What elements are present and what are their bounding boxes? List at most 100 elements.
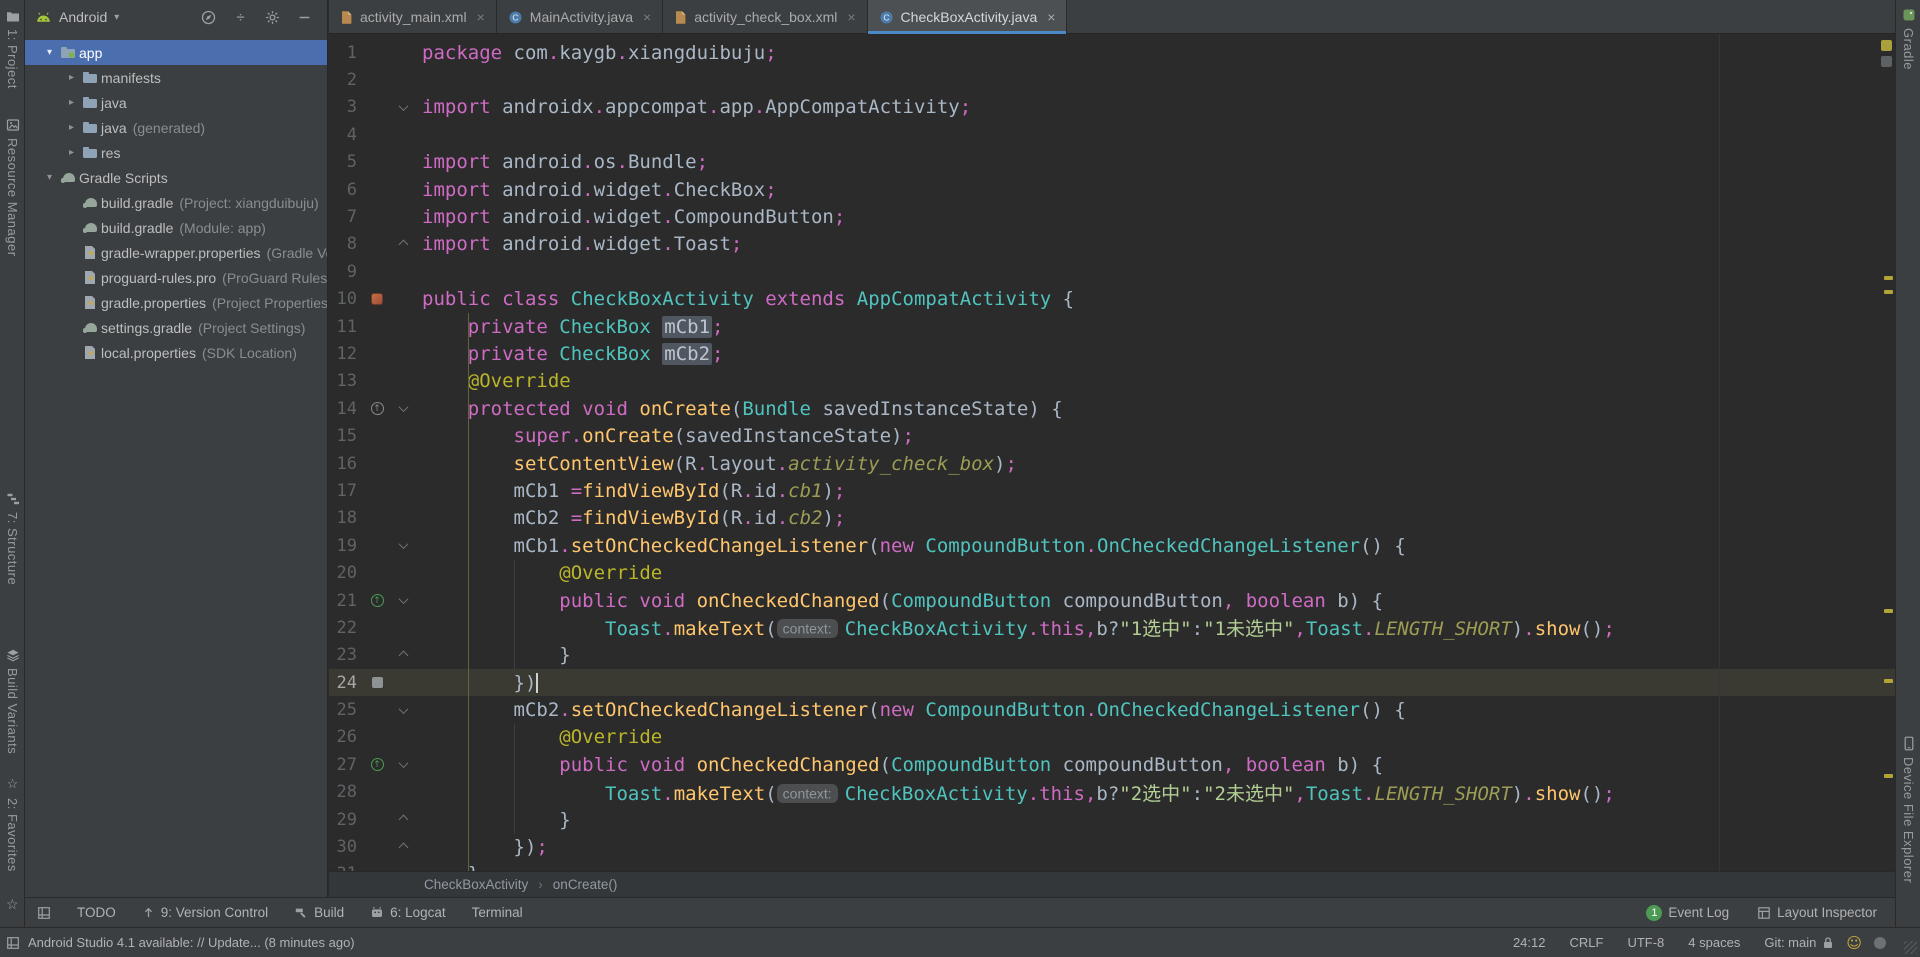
tree-item-build-gradle-project-xiangduibuju[interactable]: build.gradle (Project: xiangduibuju) [25, 190, 327, 215]
tree-item-java-generated[interactable]: ▸ java (generated) [25, 115, 327, 140]
line-number[interactable]: 22 [329, 618, 363, 638]
line-number[interactable]: 14 [329, 399, 363, 419]
code-line-27[interactable]: 27 ↑ public void onCheckedChanged(Compoun… [329, 751, 1895, 778]
fold-toggle-icon[interactable] [391, 650, 415, 661]
tree-item-gradle-wrapper-properties-gradle-version[interactable]: gradle-wrapper.properties (Gradle Version… [25, 240, 327, 265]
project-view-selector[interactable]: Android ▾ [35, 9, 119, 25]
code-line-18[interactable]: 18 mCb2 =findViewById(R.id.cb2); [329, 505, 1895, 532]
expand-arrow-icon[interactable]: ▸ [63, 122, 80, 133]
collapse-arrow-icon[interactable]: ▾ [41, 172, 58, 183]
line-number[interactable]: 18 [329, 508, 363, 528]
line-number[interactable]: 20 [329, 563, 363, 583]
code-line-8[interactable]: 8 import android.widget.Toast; [329, 231, 1895, 258]
tab-mainactivity-java[interactable]: C MainActivity.java × [497, 0, 664, 34]
line-number[interactable]: 1 [329, 43, 363, 63]
inspections-indicator-icon[interactable] [1881, 40, 1892, 51]
code-line-4[interactable]: 4 [329, 121, 1895, 148]
status-file-encoding[interactable]: UTF-8 [1627, 935, 1664, 950]
code-line-21[interactable]: 21 ↑ public void onCheckedChanged(Compoun… [329, 587, 1895, 614]
toolbar-button-layout-inspector[interactable]: Layout Inspector [1757, 905, 1877, 920]
code-editor[interactable]: 1 package com.kaygb.xiangduibuju; 2 3 import… [329, 34, 1895, 871]
warning-stripe-mark[interactable] [1884, 276, 1893, 280]
line-number[interactable]: 2 [329, 70, 363, 90]
inspections-indicator-secondary-icon[interactable] [1881, 56, 1892, 67]
tree-item-settings-gradle-project-settings[interactable]: settings.gradle (Project Settings) [25, 315, 327, 340]
tree-item-gradle-scripts[interactable]: ▾ Gradle Scripts [25, 165, 327, 190]
code-line-16[interactable]: 16 setContentView(R.layout.activity_chec… [329, 450, 1895, 477]
code-line-30[interactable]: 30 }); [329, 833, 1895, 860]
expand-arrow-icon[interactable]: ▸ [63, 147, 80, 158]
status-message[interactable]: Android Studio 4.1 available: // Update.… [28, 935, 355, 950]
fold-toggle-icon[interactable] [391, 594, 415, 605]
tree-item-res[interactable]: ▸ res [25, 140, 327, 165]
status-git-branch[interactable]: Git: main [1764, 935, 1816, 950]
warning-stripe-mark[interactable] [1884, 609, 1893, 613]
expand-arrow-icon[interactable]: ▸ [63, 72, 80, 83]
toolwindow-button-gradle[interactable]: Gradle [1896, 8, 1920, 70]
line-number[interactable]: 4 [329, 125, 363, 145]
status-circle-icon[interactable] [1874, 936, 1886, 949]
view-options-icon[interactable]: ÷ [232, 9, 249, 26]
code-line-29[interactable]: 29 } [329, 806, 1895, 833]
line-number[interactable]: 28 [329, 782, 363, 802]
line-number[interactable]: 25 [329, 700, 363, 720]
tree-item-proguard-rules-pro-proguard-rules-for-app[interactable]: proguard-rules.pro (ProGuard Rules for ap… [25, 265, 327, 290]
code-line-14[interactable]: 14 ↑ protected void onCreate(Bundle saved… [329, 395, 1895, 422]
fold-toggle-icon[interactable] [391, 842, 415, 852]
line-number[interactable]: 6 [329, 180, 363, 200]
code-line-19[interactable]: 19 mCb1.setOnCheckedChangeListener(new C… [329, 532, 1895, 559]
code-line-15[interactable]: 15 super.onCreate(savedInstanceState); [329, 422, 1895, 449]
code-line-31[interactable]: 31 } [329, 861, 1895, 871]
breadcrumb-checkboxactivity[interactable]: CheckBoxActivity [424, 877, 528, 892]
implements-marker-icon[interactable]: ↑ [370, 594, 384, 607]
status-line-separator[interactable]: CRLF [1570, 935, 1604, 950]
line-number[interactable]: 13 [329, 371, 363, 391]
fold-toggle-icon[interactable] [391, 539, 415, 550]
status-indent-style[interactable]: 4 spaces [1688, 935, 1740, 950]
line-number[interactable]: 8 [329, 234, 363, 254]
statusbar-toolwindow-toggle-icon[interactable] [6, 936, 20, 950]
line-number[interactable]: 21 [329, 591, 363, 611]
tree-item-gradle-properties-project-properties[interactable]: gradle.properties (Project Properties) [25, 290, 327, 315]
toolbar-button-9-version-control[interactable]: 9: Version Control [142, 905, 268, 920]
code-line-2[interactable]: 2 [329, 66, 1895, 93]
toolwindow-button-device-file-explorer[interactable]: Device File Explorer [1896, 736, 1920, 883]
tab-activity-main-xml[interactable]: activity_main.xml × [329, 0, 497, 34]
implements-marker-icon[interactable]: ↑ [370, 758, 384, 772]
toolwindow-button-build-variants[interactable]: Build Variants [0, 648, 25, 754]
line-number[interactable]: 30 [329, 837, 363, 857]
line-number[interactable]: 19 [329, 536, 363, 556]
locate-icon[interactable] [200, 9, 217, 26]
code-line-9[interactable]: 9 [329, 258, 1895, 285]
overrides-marker-icon[interactable]: ↑ [370, 402, 384, 416]
toolbar-button-terminal[interactable]: Terminal [472, 905, 523, 920]
line-number[interactable]: 27 [329, 755, 363, 775]
code-line-12[interactable]: 12 private CheckBox mCb2; [329, 340, 1895, 367]
line-number[interactable]: 16 [329, 454, 363, 474]
tree-item-build-gradle-module-app[interactable]: build.gradle (Module: app) [25, 215, 327, 240]
line-number[interactable]: 17 [329, 481, 363, 501]
line-number[interactable]: 3 [329, 97, 363, 117]
code-line-7[interactable]: 7 import android.widget.CompoundButton; [329, 203, 1895, 230]
line-number[interactable]: 29 [329, 810, 363, 830]
tree-item-manifests[interactable]: ▸ manifests [25, 65, 327, 90]
tree-item-java[interactable]: ▸ java [25, 90, 327, 115]
code-line-28[interactable]: 28 Toast.makeText(context: CheckBoxActivi… [329, 779, 1895, 806]
code-line-11[interactable]: 11 private CheckBox mCb1; [329, 313, 1895, 340]
close-tab-icon[interactable]: × [847, 9, 855, 25]
code-line-13[interactable]: 13 @Override [329, 368, 1895, 395]
code-line-25[interactable]: 25 mCb2.setOnCheckedChangeListener(new C… [329, 696, 1895, 723]
line-number[interactable]: 15 [329, 426, 363, 446]
code-line-22[interactable]: 22 Toast.makeText(context: CheckBoxActivi… [329, 614, 1895, 641]
line-number[interactable]: 24 [329, 673, 363, 693]
line-number[interactable]: 5 [329, 152, 363, 172]
tree-item-local-properties-sdk-location[interactable]: local.properties (SDK Location) [25, 340, 327, 365]
toolwindow-button-favorites[interactable]: ☆ 2: Favorites [0, 776, 25, 872]
tree-item-app[interactable]: ▾ app [25, 40, 327, 65]
code-line-24[interactable]: 24 }) [329, 668, 1895, 697]
collapse-arrow-icon[interactable]: ▾ [41, 47, 58, 58]
warning-stripe-mark[interactable] [1884, 774, 1893, 778]
toolwindow-button-resource-manager[interactable]: Resource Manager [0, 118, 25, 257]
fold-toggle-icon[interactable] [391, 402, 415, 413]
line-number[interactable]: 31 [329, 864, 363, 871]
